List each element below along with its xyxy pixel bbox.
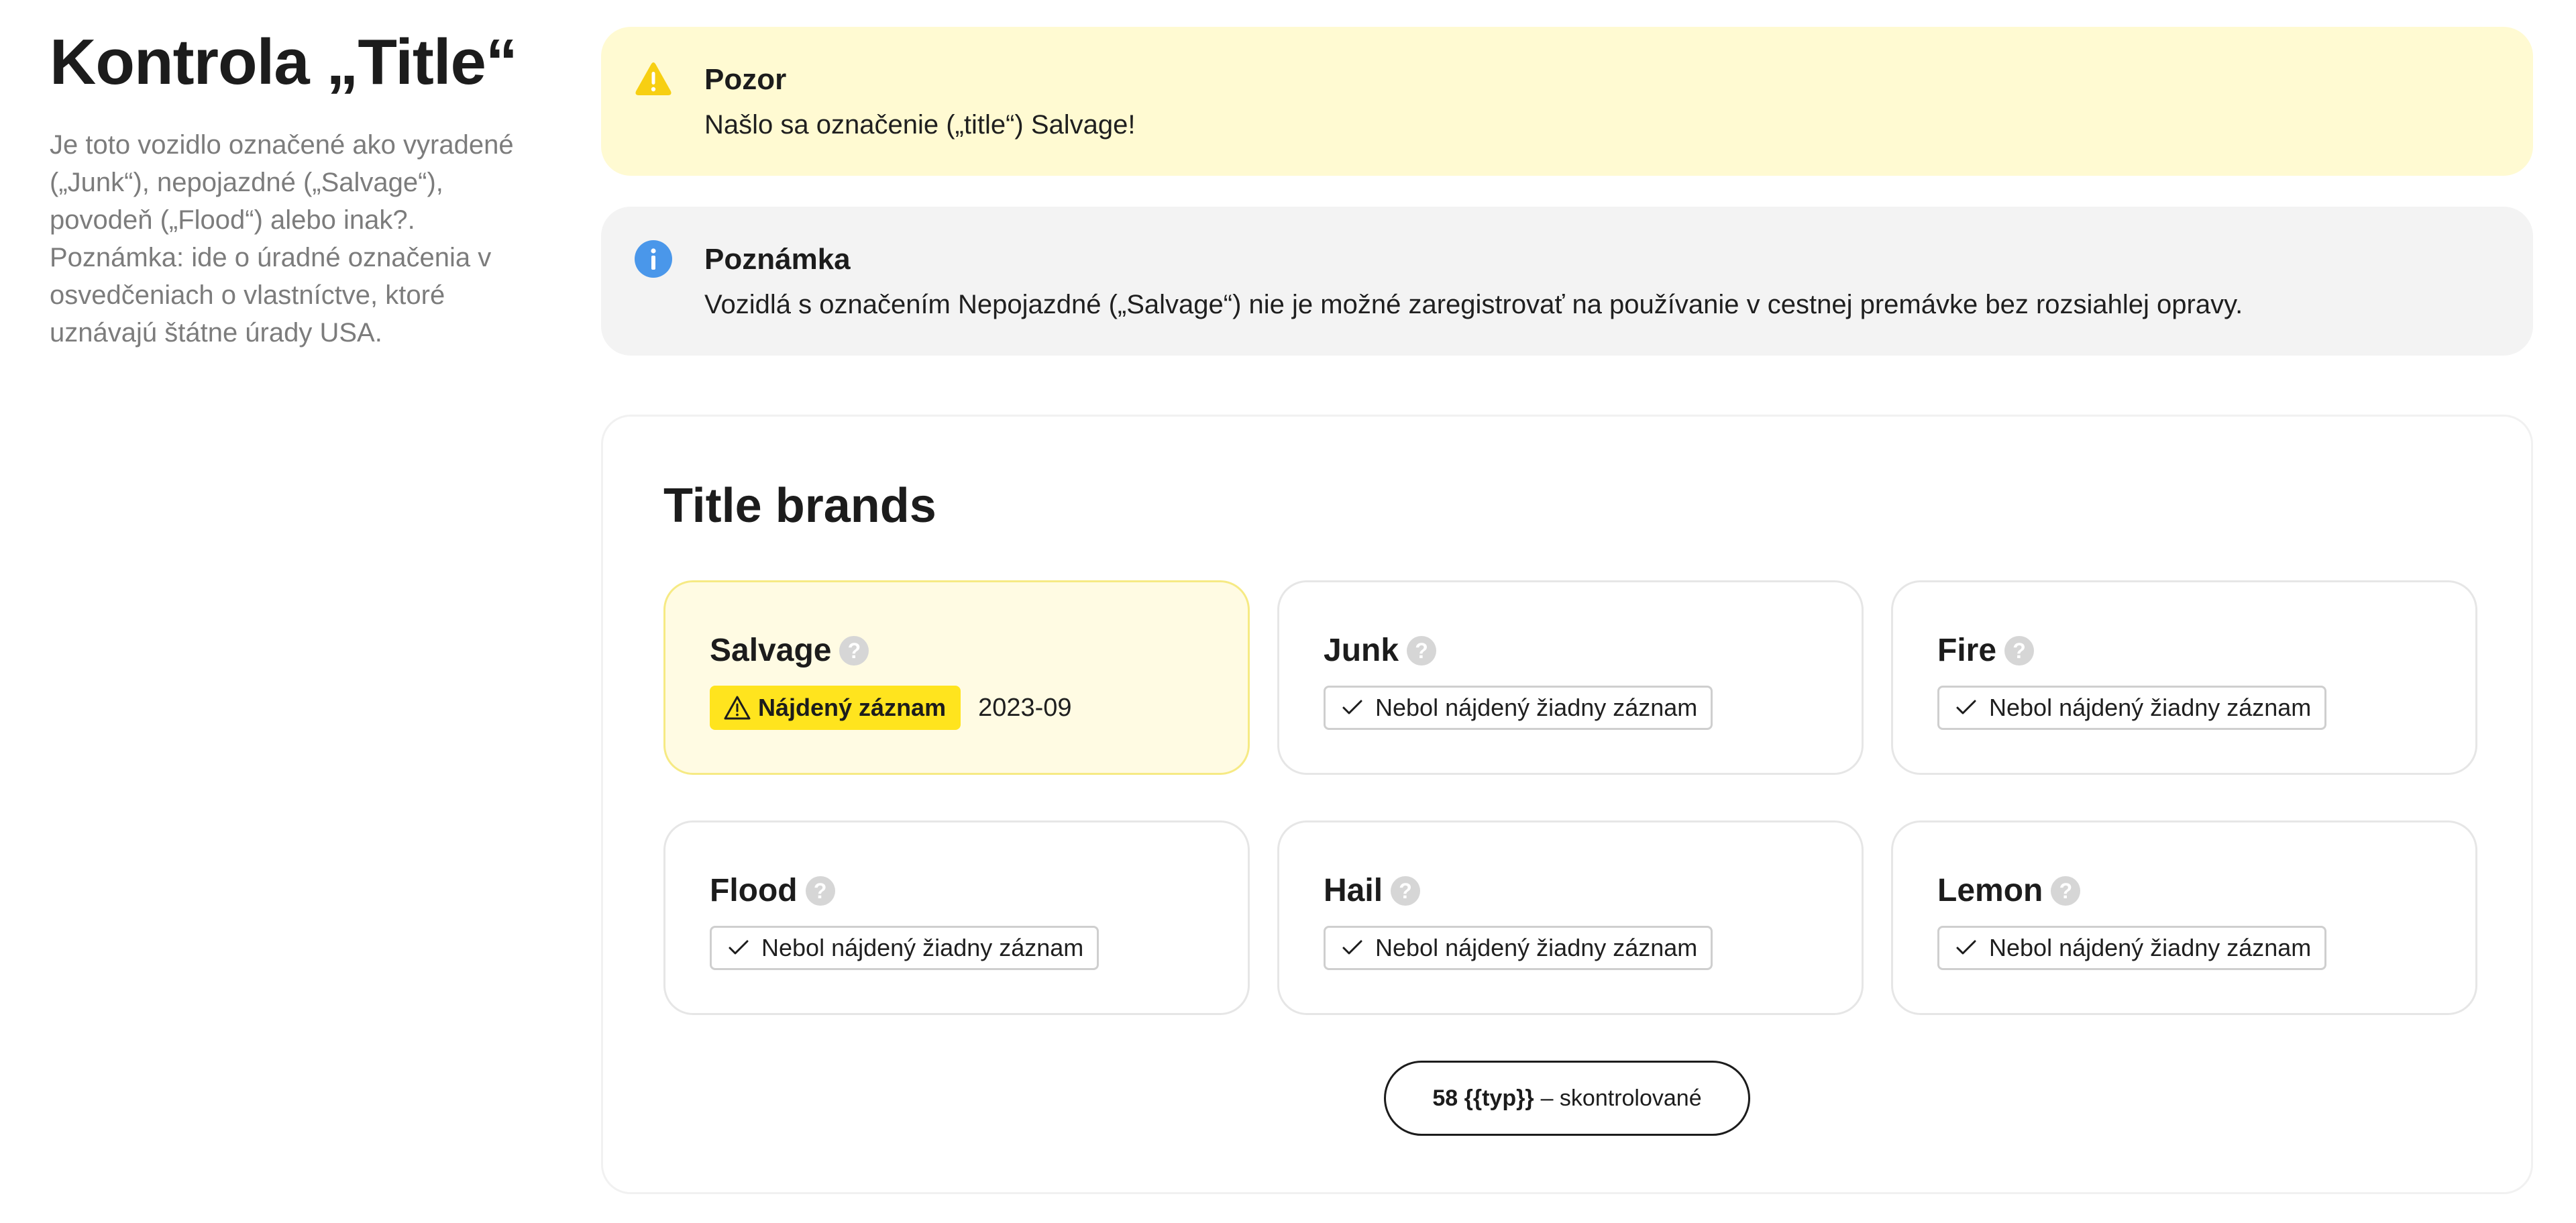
title-brands-panel: Title brands Salvage ? Nájdený záznam 20… bbox=[601, 415, 2533, 1194]
no-record-badge: Nebol nájdený žiadny záznam bbox=[1937, 926, 2327, 970]
brand-name: Salvage bbox=[710, 633, 832, 668]
info-title: Poznámka bbox=[704, 243, 851, 276]
record-date: 2023-09 bbox=[978, 693, 1072, 722]
page-description: Je toto vozidlo označené ako vyradené („… bbox=[50, 129, 514, 348]
help-icon[interactable]: ? bbox=[805, 876, 835, 906]
brand-title-row: Junk ? bbox=[1324, 631, 1437, 671]
record-found-badge: Nájdený záznam bbox=[710, 686, 961, 730]
brand-status-row: Nebol nájdený žiadny záznam bbox=[1937, 686, 2327, 730]
brand-title-row: Salvage ? bbox=[710, 631, 869, 671]
info-icon bbox=[635, 240, 672, 278]
page-title: Kontrola „Title“ bbox=[50, 26, 518, 98]
info-text: Vozidlá s označením Nepojazdné („Salvage… bbox=[704, 290, 2243, 319]
check-icon bbox=[1342, 940, 1362, 955]
no-record-badge: Nebol nájdený žiadny záznam bbox=[1324, 686, 1713, 730]
check-icon bbox=[1956, 940, 1976, 955]
record-found-label: Nájdený záznam bbox=[758, 694, 947, 721]
brand-status-row: Nájdený záznam 2023-09 bbox=[710, 686, 1072, 730]
brand-name: Flood bbox=[710, 873, 798, 908]
brand-status-row: Nebol nájdený žiadny záznam bbox=[1937, 926, 2327, 970]
no-record-label: Nebol nájdený žiadny záznam bbox=[1989, 934, 2312, 961]
brand-card-lemon: Lemon ? Nebol nájdený žiadny záznam bbox=[1891, 820, 2477, 1015]
brand-name: Lemon bbox=[1937, 873, 2043, 908]
no-record-badge: Nebol nájdený žiadny záznam bbox=[710, 926, 1099, 970]
title-brands-heading: Title brands bbox=[663, 479, 936, 533]
brand-title-row: Fire ? bbox=[1937, 631, 2035, 671]
brand-status-row: Nebol nájdený žiadny záznam bbox=[1324, 926, 1713, 970]
no-record-badge: Nebol nájdený žiadny záznam bbox=[1324, 926, 1713, 970]
help-icon[interactable]: ? bbox=[1391, 876, 1421, 906]
warning-title: Pozor bbox=[704, 63, 787, 96]
checked-count: 58 {{typ}} bbox=[1432, 1085, 1534, 1111]
no-record-label: Nebol nájdený žiadny záznam bbox=[761, 934, 1084, 961]
warning-text: Našlo sa označenie („title“) Salvage! bbox=[704, 110, 1136, 140]
warning-icon bbox=[635, 60, 672, 98]
info-alert: Poznámka Vozidlá s označením Nepojazdné … bbox=[601, 207, 2533, 356]
check-icon bbox=[1956, 700, 1976, 714]
brand-title-row: Flood ? bbox=[710, 871, 835, 911]
warning-alert: Pozor Našlo sa označenie („title“) Salva… bbox=[601, 27, 2533, 176]
brand-status-row: Nebol nájdený žiadny záznam bbox=[710, 926, 1099, 970]
help-icon[interactable]: ? bbox=[2004, 636, 2035, 666]
help-icon[interactable]: ? bbox=[1407, 636, 1437, 666]
brand-card-flood: Flood ? Nebol nájdený žiadny záznam bbox=[663, 820, 1250, 1015]
no-record-label: Nebol nájdený žiadny záznam bbox=[1989, 694, 2312, 721]
brand-name: Junk bbox=[1324, 633, 1399, 668]
help-icon[interactable]: ? bbox=[2051, 876, 2081, 906]
checked-count-button[interactable]: 58 {{typ}} – skontrolované bbox=[1384, 1061, 1750, 1136]
check-icon bbox=[729, 940, 749, 955]
no-record-label: Nebol nájdený žiadny záznam bbox=[1375, 694, 1698, 721]
brand-title-row: Hail ? bbox=[1324, 871, 1421, 911]
no-record-label: Nebol nájdený žiadny záznam bbox=[1375, 934, 1698, 961]
warning-outline-icon bbox=[724, 696, 751, 720]
brand-card-fire: Fire ? Nebol nájdený žiadny záznam bbox=[1891, 580, 2477, 775]
checked-suffix: – skontrolované bbox=[1540, 1085, 1702, 1111]
brand-card-hail: Hail ? Nebol nájdený žiadny záznam bbox=[1277, 820, 1864, 1015]
brand-name: Fire bbox=[1937, 633, 1997, 668]
brand-card-salvage: Salvage ? Nájdený záznam 2023-09 bbox=[663, 580, 1250, 775]
brand-name: Hail bbox=[1324, 873, 1383, 908]
brand-status-row: Nebol nájdený žiadny záznam bbox=[1324, 686, 1713, 730]
brand-card-junk: Junk ? Nebol nájdený žiadny záznam bbox=[1277, 580, 1864, 775]
brand-title-row: Lemon ? bbox=[1937, 871, 2081, 911]
no-record-badge: Nebol nájdený žiadny záznam bbox=[1937, 686, 2327, 730]
check-icon bbox=[1342, 700, 1362, 714]
help-icon[interactable]: ? bbox=[839, 636, 869, 666]
left-column: Kontrola „Title“ Je toto vozidlo označen… bbox=[50, 27, 519, 352]
